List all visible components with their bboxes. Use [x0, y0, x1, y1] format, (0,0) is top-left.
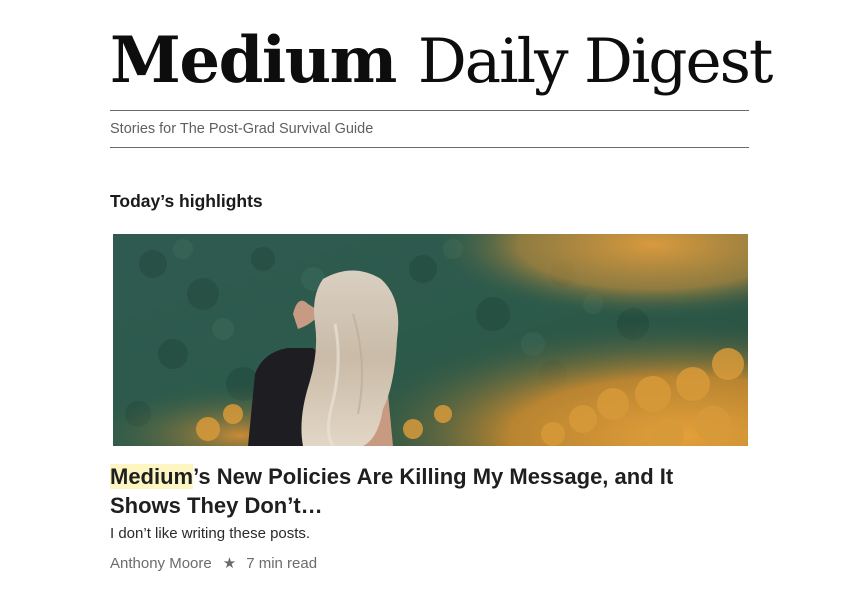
article-title-link[interactable]: Medium’s New Policies Are Killing My Mes… [110, 462, 710, 520]
masthead-title: Daily Digest [417, 26, 774, 97]
article-title-text: ’s New Policies Are Killing My Message, … [110, 464, 674, 518]
brand-logo: Medium [110, 23, 397, 98]
read-time: 7 min read [246, 555, 318, 572]
article-subtitle: I don’t like writing these posts. [110, 525, 311, 542]
divider-bottom [110, 147, 749, 148]
digest-tagline: Stories for The Post-Grad Survival Guide [110, 121, 374, 137]
search-term-highlight: Medium [110, 464, 194, 489]
article-meta: Anthony Moore ★ 7 min read [110, 554, 749, 574]
email-digest: Medium Daily Digest Stories for The Post… [110, 0, 773, 574]
section-heading: Today’s highlights [110, 191, 263, 211]
article-hero-image[interactable] [113, 234, 748, 446]
masthead: Medium Daily Digest [110, 22, 773, 100]
author-link[interactable]: Anthony Moore [110, 554, 212, 574]
star-icon: ★ [222, 555, 237, 572]
